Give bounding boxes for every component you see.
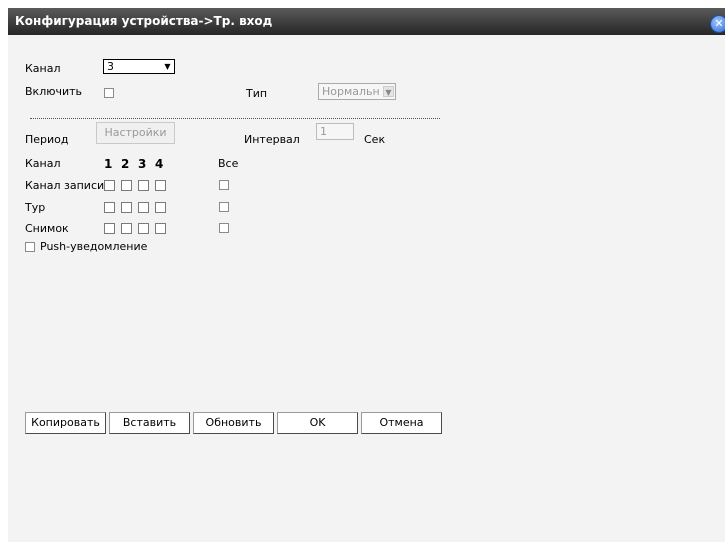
snapshot-3-checkbox[interactable] [138, 223, 149, 234]
tour-4-checkbox[interactable] [155, 202, 166, 213]
tour-3-checkbox[interactable] [138, 202, 149, 213]
record-channel-label: Канал записи [25, 179, 105, 192]
push-notification-checkbox[interactable] [25, 242, 35, 252]
snapshot-2-checkbox[interactable] [121, 223, 132, 234]
cancel-button[interactable]: Отмена [361, 412, 442, 434]
alarm-input-config-dialog: Конфигурация устройства->Тр. вход ✕ Кана… [8, 8, 725, 542]
record-channel-2-checkbox[interactable] [121, 180, 132, 191]
record-channel-1-checkbox[interactable] [104, 180, 115, 191]
channel-number-1: 1 [104, 157, 113, 171]
snapshot-4-checkbox[interactable] [155, 223, 166, 234]
record-all-checkbox[interactable] [219, 180, 229, 190]
enable-checkbox[interactable] [104, 88, 114, 98]
channel-number-2: 2 [121, 157, 130, 171]
snapshot-label: Снимок [25, 222, 69, 235]
type-select-value: Нормальн [322, 85, 380, 98]
arrow-down-icon: ▼ [164, 62, 171, 71]
settings-button[interactable]: Настройки [96, 122, 175, 144]
channel-label: Канал [25, 62, 61, 75]
enable-label: Включить [25, 85, 83, 98]
grid-channel-header: Канал [25, 157, 61, 170]
paste-button[interactable]: Вставить [109, 412, 190, 434]
snapshot-1-checkbox[interactable] [104, 223, 115, 234]
all-header: Все [218, 157, 239, 170]
interval-input[interactable]: 1 [316, 123, 354, 140]
interval-unit-label: Сек [364, 133, 386, 146]
title-bar: Конфигурация устройства->Тр. вход [8, 8, 725, 35]
tour-1-checkbox[interactable] [104, 202, 115, 213]
section-divider [30, 118, 440, 119]
push-notification-label: Push-уведомление [40, 240, 148, 253]
channel-select-value: 3 [107, 60, 114, 73]
record-channel-3-checkbox[interactable] [138, 180, 149, 191]
channel-number-4: 4 [155, 157, 164, 171]
copy-button[interactable]: Копировать [25, 412, 106, 434]
type-select[interactable]: Нормальн ▼ [318, 83, 396, 100]
refresh-button[interactable]: Обновить [193, 412, 274, 434]
channel-number-3: 3 [138, 157, 147, 171]
dialog-title: Конфигурация устройства->Тр. вход [15, 14, 273, 28]
ok-button[interactable]: OK [277, 412, 358, 434]
tour-2-checkbox[interactable] [121, 202, 132, 213]
tour-all-checkbox[interactable] [219, 202, 229, 212]
record-channel-4-checkbox[interactable] [155, 180, 166, 191]
close-icon[interactable]: ✕ [711, 16, 725, 32]
snapshot-all-checkbox[interactable] [219, 223, 229, 233]
period-label: Период [25, 133, 69, 146]
interval-label: Интервал [244, 133, 300, 146]
arrow-down-icon: ▼ [383, 86, 394, 97]
channel-select[interactable]: 3 ▼ [103, 59, 175, 74]
tour-label: Тур [25, 201, 46, 214]
type-label: Тип [246, 87, 268, 100]
